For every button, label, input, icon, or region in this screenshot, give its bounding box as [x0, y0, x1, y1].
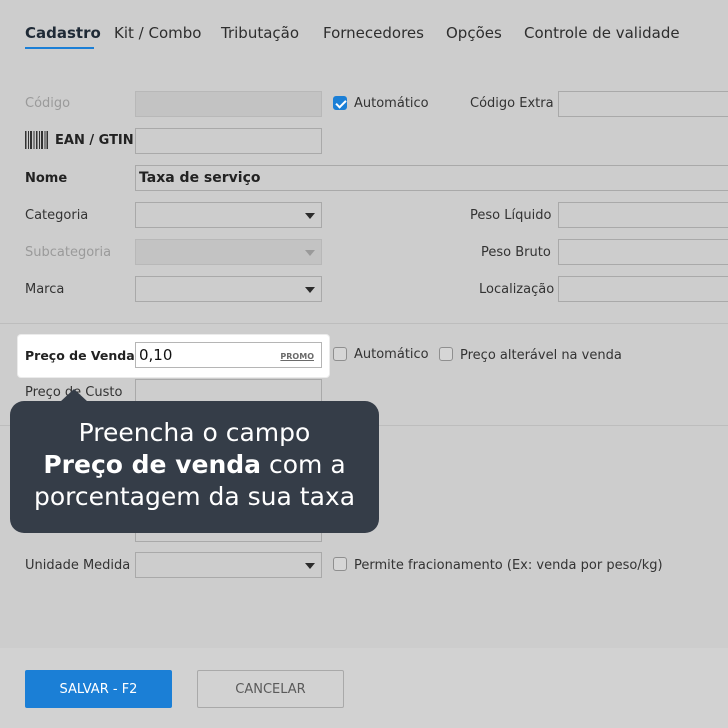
nome-value: Taxa de serviço	[139, 170, 261, 186]
preco-venda-value: 0,10	[139, 346, 173, 364]
nome-label: Nome	[25, 171, 68, 186]
peso-liquido-label: Peso Líquido	[470, 208, 552, 223]
unidade-medida-select[interactable]	[135, 552, 322, 578]
codigo-extra-label: Código Extra	[470, 96, 554, 111]
chevron-down-icon	[305, 250, 315, 256]
categoria-select[interactable]	[135, 202, 322, 228]
codigo-label: Código	[25, 96, 71, 111]
tab-tributacao[interactable]: Tributação	[221, 24, 299, 42]
permite-fracionamento-label: Permite fracionamento (Ex: venda por pes…	[354, 558, 663, 573]
barcode-icon	[25, 131, 48, 149]
tooltip-line-3: porcentagem da sua taxa	[33, 482, 356, 511]
tooltip: Preencha o campo Preço de venda com a po…	[10, 401, 379, 533]
nome-input[interactable]: Taxa de serviço	[135, 165, 728, 191]
automatico-preco-label: Automático	[354, 347, 429, 362]
peso-liquido-input[interactable]	[558, 202, 728, 228]
preco-alteravel-checkbox[interactable]	[439, 347, 453, 361]
peso-bruto-input[interactable]	[558, 239, 728, 265]
localizacao-input[interactable]	[558, 276, 728, 302]
save-button[interactable]: SALVAR - F2	[25, 670, 172, 708]
tooltip-line-1: Preencha o campo	[78, 418, 311, 447]
marca-select[interactable]	[135, 276, 322, 302]
tab-fornecedores[interactable]: Fornecedores	[323, 24, 424, 42]
preco-venda-input[interactable]: 0,10 PROMO	[135, 342, 322, 368]
section-divider	[0, 323, 728, 324]
tab-opcoes[interactable]: Opções	[446, 24, 502, 42]
automatico-label: Automático	[354, 96, 429, 111]
active-tab-indicator	[25, 47, 94, 49]
tooltip-line-2: Preço de venda com a	[10, 449, 379, 481]
preco-venda-label: Preço de Venda	[25, 348, 135, 363]
promo-link[interactable]: PROMO	[280, 352, 314, 361]
ean-label: EAN / GTIN	[55, 133, 134, 148]
categoria-label: Categoria	[25, 208, 89, 223]
unidade-medida-label: Unidade Medida	[25, 558, 131, 573]
subcategoria-label: Subcategoria	[25, 245, 112, 260]
chevron-down-icon	[305, 563, 315, 569]
cancel-button[interactable]: CANCELAR	[197, 670, 344, 708]
peso-bruto-label: Peso Bruto	[481, 245, 551, 260]
chevron-down-icon	[305, 213, 315, 219]
automatico-checkbox[interactable]	[333, 96, 347, 110]
ean-input[interactable]	[135, 128, 322, 154]
codigo-extra-input[interactable]	[558, 91, 728, 117]
permite-fracionamento-checkbox[interactable]	[333, 557, 347, 571]
tooltip-line-2-bold: Preço de venda	[43, 450, 262, 479]
tab-controle-validade[interactable]: Controle de validade	[524, 24, 680, 42]
localizacao-label: Localização	[479, 282, 555, 297]
chevron-down-icon	[305, 287, 315, 293]
tab-cadastro[interactable]: Cadastro	[25, 24, 101, 42]
codigo-input	[135, 91, 322, 117]
preco-alteravel-label: Preço alterável na venda	[460, 348, 622, 363]
tab-kit-combo[interactable]: Kit / Combo	[114, 24, 201, 42]
tooltip-line-2-rest: com a	[261, 450, 346, 479]
automatico-preco-checkbox[interactable]	[333, 347, 347, 361]
subcategoria-select	[135, 239, 322, 265]
marca-label: Marca	[25, 282, 65, 297]
